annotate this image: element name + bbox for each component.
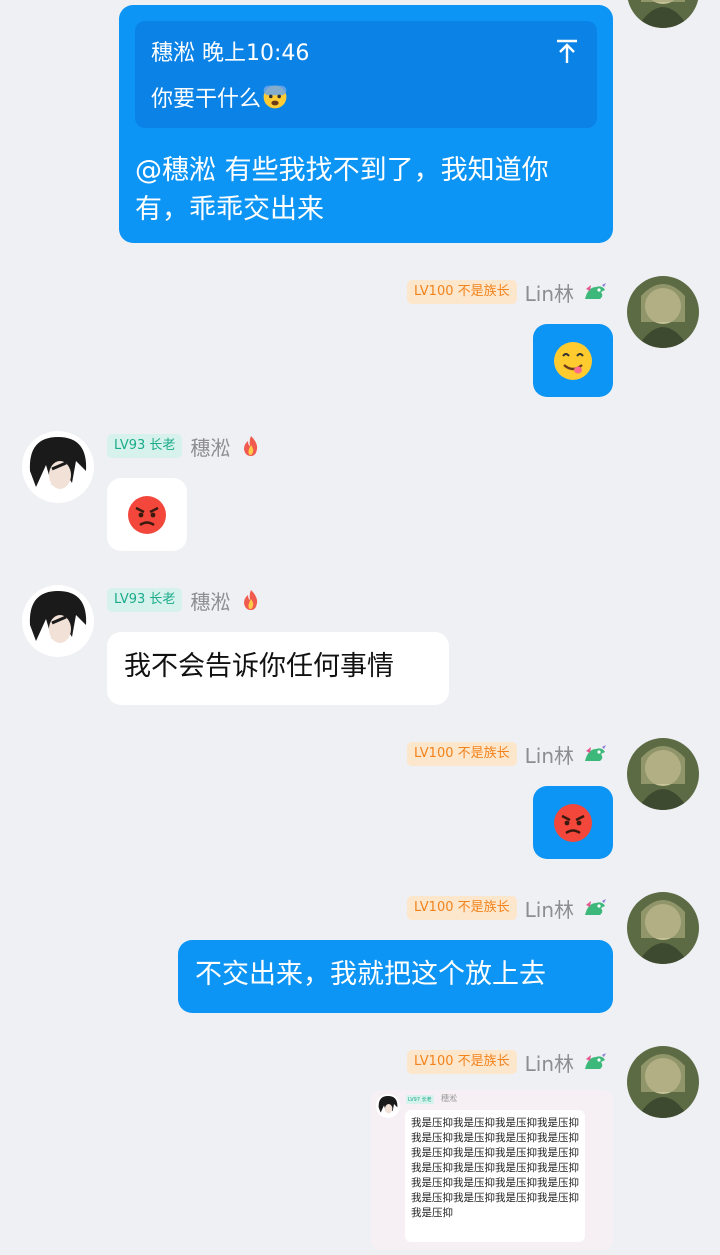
yum-face-icon	[554, 341, 592, 380]
emoji-message-bubble[interactable]	[533, 324, 613, 397]
dragon-icon	[582, 281, 608, 303]
message-text: 我不会告诉你任何事情	[124, 651, 394, 682]
dragon-icon	[582, 897, 608, 919]
sender-info: LV100 不是族长 Lin林	[406, 893, 608, 923]
quoted-message[interactable]: 穗淞 晚上10:46 你要干什么	[135, 21, 597, 128]
flame-icon	[238, 435, 264, 457]
emoji-message-bubble[interactable]	[107, 478, 187, 551]
quoted-reply-bubble[interactable]: 穗淞 晚上10:46 你要干什么 @穗淞 有些我找不到了，我知道你 有，乖乖交出…	[119, 5, 613, 243]
avatar-self[interactable]	[627, 738, 699, 810]
sender-info: LV100 不是族长 Lin林	[406, 739, 608, 769]
screenshot-avatar	[376, 1094, 400, 1118]
text-message-bubble[interactable]: 我不会告诉你任何事情	[107, 632, 449, 705]
level-badge: LV100 不是族长	[406, 896, 517, 920]
sender-nickname[interactable]: 穗淞	[190, 586, 230, 615]
emoji-message-bubble[interactable]	[533, 786, 613, 859]
avatar-self[interactable]	[627, 892, 699, 964]
screenshot-badge: LV97 长老	[406, 1095, 434, 1104]
avatar-self[interactable]	[627, 0, 699, 28]
sender-nickname[interactable]: Lin林	[525, 1048, 574, 1077]
sender-info: LV100 不是族长 Lin林	[406, 1047, 608, 1077]
dragon-icon	[582, 1051, 608, 1073]
screenshot-text: 我是压抑我是压抑我是压抑我是压抑我是压抑我是压抑我是压抑我是压抑我是压抑我是压抑…	[411, 1117, 579, 1219]
sender-nickname[interactable]: 穗淞	[190, 432, 230, 461]
level-badge: LV100 不是族长	[406, 742, 517, 766]
reply-line-2: 有，乖乖交出来	[135, 194, 324, 225]
message-text: 不交出来，我就把这个放上去	[195, 959, 546, 990]
quote-sender: 穗淞	[151, 41, 196, 66]
sender-nickname[interactable]: Lin林	[525, 278, 574, 307]
dragon-icon	[582, 743, 608, 765]
angry-face-icon	[128, 495, 166, 534]
screenshot-name: 穗淞	[441, 1094, 457, 1103]
quote-text: 你要干什么	[151, 87, 262, 112]
level-badge: LV93 长老	[107, 588, 183, 612]
screenshot-card: 我是压抑我是压抑我是压抑我是压抑我是压抑我是压抑我是压抑我是压抑我是压抑我是压抑…	[405, 1110, 585, 1242]
level-badge: LV93 长老	[107, 434, 183, 458]
fearful-face-icon	[263, 85, 287, 109]
avatar-other[interactable]	[22, 585, 94, 657]
avatar-self[interactable]	[627, 276, 699, 348]
sender-nickname[interactable]: Lin林	[525, 894, 574, 923]
quote-time: 晚上10:46	[202, 41, 310, 66]
sender-info: LV100 不是族长 Lin林	[406, 277, 608, 307]
image-message[interactable]: LV97 长老 穗淞 我是压抑我是压抑我是压抑我是压抑我是压抑我是压抑我是压抑我…	[371, 1090, 613, 1250]
jump-to-quote-icon[interactable]	[553, 37, 581, 65]
sender-info: LV93 长老 穗淞	[107, 585, 264, 615]
sender-nickname[interactable]: Lin林	[525, 740, 574, 769]
text-message-bubble[interactable]: 不交出来，我就把这个放上去	[178, 940, 613, 1013]
avatar-other[interactable]	[22, 431, 94, 503]
level-badge: LV100 不是族长	[406, 280, 517, 304]
level-badge: LV100 不是族长	[406, 1050, 517, 1074]
sender-info: LV93 长老 穗淞	[107, 431, 264, 461]
flame-icon	[238, 589, 264, 611]
avatar-self[interactable]	[627, 1046, 699, 1118]
angry-face-icon	[554, 803, 592, 842]
reply-line-1: @穗淞 有些我找不到了，我知道你	[135, 155, 549, 186]
